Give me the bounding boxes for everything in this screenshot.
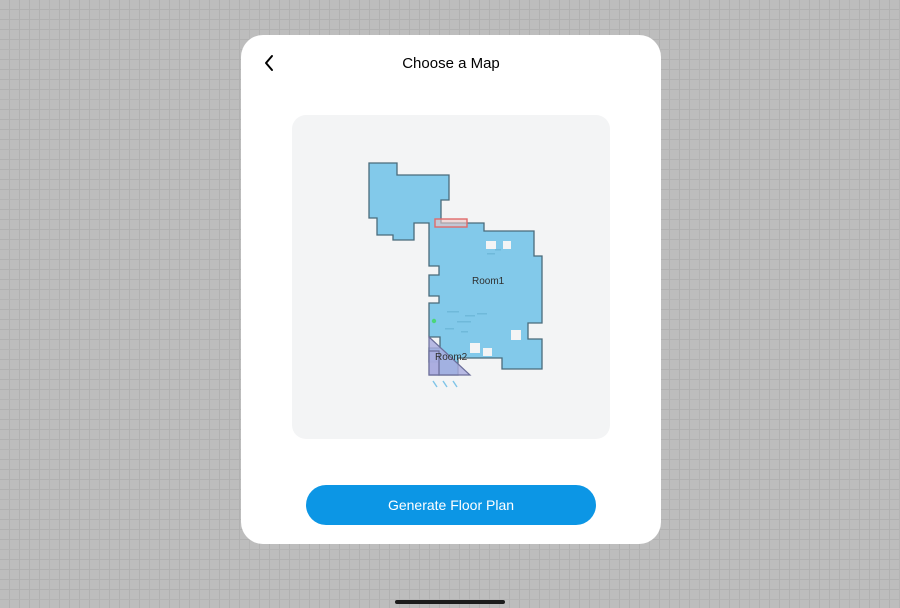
- room1-shape: [369, 163, 542, 375]
- generate-floor-plan-button[interactable]: Generate Floor Plan: [306, 485, 596, 525]
- chevron-left-icon: [262, 54, 276, 72]
- cutout: [503, 241, 511, 249]
- cutout: [511, 330, 521, 340]
- floorplan-svg: [337, 153, 565, 401]
- map-canvas: Room1 Room2: [337, 153, 565, 401]
- cutout: [470, 343, 480, 353]
- modal-header: Choose a Map: [241, 41, 661, 85]
- room2-shape-extra: [429, 351, 439, 375]
- cutout: [483, 348, 492, 356]
- dock-station: [435, 219, 467, 227]
- modal-title: Choose a Map: [402, 55, 500, 72]
- robot-marker: [432, 319, 436, 323]
- back-button[interactable]: [255, 49, 283, 77]
- cutout: [486, 241, 496, 249]
- choose-map-modal: Choose a Map: [241, 35, 661, 544]
- generate-button-label: Generate Floor Plan: [388, 497, 514, 513]
- direction-markers: [433, 381, 457, 387]
- home-indicator[interactable]: [395, 600, 505, 604]
- map-preview[interactable]: Room1 Room2: [292, 115, 610, 439]
